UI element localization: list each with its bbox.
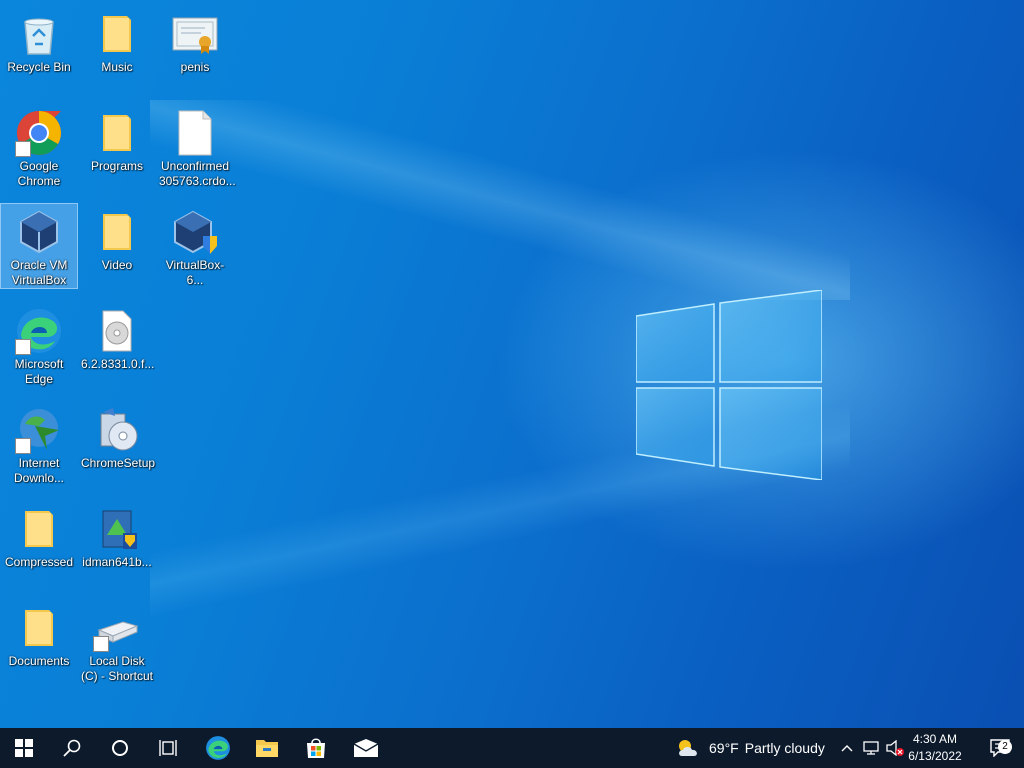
desktop[interactable]: Recycle Bin Google Chrome Oracle VM Virt… — [0, 0, 1024, 728]
shortcut-arrow-icon — [15, 141, 31, 157]
icon-label: Oracle VM VirtualBox — [10, 258, 68, 287]
recycle-bin-icon — [24, 18, 54, 55]
music-folder[interactable]: Music — [79, 6, 155, 75]
search-button[interactable] — [48, 728, 96, 768]
icon-label: 6.2.8331.0.f... — [81, 357, 155, 371]
cortana-icon — [112, 740, 128, 756]
icon-label: Local Disk (C) - Shortcut — [81, 654, 154, 683]
recycle-bin-icon-item[interactable]: Recycle Bin — [1, 6, 77, 75]
icon-label: Microsoft Edge — [14, 357, 64, 386]
clock[interactable]: 4:30 AM 6/13/2022 — [900, 731, 970, 765]
blank-file-icon — [178, 110, 212, 156]
certificate-icon — [172, 17, 218, 54]
icon-label: VirtualBox-6... — [165, 258, 225, 287]
icon-label: Unconfirmed 305763.crdo... — [159, 159, 236, 188]
folder-icon — [103, 16, 131, 52]
clock-date: 6/13/2022 — [908, 749, 962, 763]
unconfirmed-download-file[interactable]: Unconfirmed 305763.crdo... — [157, 105, 236, 189]
icon-label: Music — [101, 60, 133, 74]
google-chrome-shortcut[interactable]: Google Chrome — [1, 105, 77, 189]
idman-installer-file[interactable]: idman641b... — [79, 501, 155, 570]
cortana-button[interactable] — [96, 728, 144, 768]
notification-count-badge: 2 — [998, 740, 1012, 754]
windows-logo-wallpaper — [636, 290, 822, 480]
show-hidden-icons-button[interactable] — [836, 728, 858, 768]
start-button[interactable] — [0, 728, 48, 768]
chrome-setup-file[interactable]: ChromeSetup — [79, 402, 155, 471]
icon-label: Google Chrome — [17, 159, 61, 188]
edge-icon — [206, 736, 230, 760]
icon-label: idman641b... — [82, 555, 152, 569]
action-center-button[interactable]: 2 — [976, 728, 1024, 768]
shortcut-arrow-icon — [93, 636, 109, 652]
folder-icon — [103, 115, 131, 151]
virtualbox-installer-file[interactable]: VirtualBox-6... — [157, 204, 233, 288]
search-icon — [63, 739, 81, 757]
disc-image-file[interactable]: 6.2.8331.0.f... — [79, 303, 155, 372]
virtualbox-shortcut[interactable]: Oracle VM VirtualBox — [0, 203, 78, 289]
mail-icon — [353, 739, 379, 757]
internet-download-manager-shortcut[interactable]: Internet Downlo... — [1, 402, 77, 486]
network-button[interactable] — [860, 728, 882, 768]
chevron-up-icon — [841, 745, 853, 752]
microsoft-edge-shortcut[interactable]: Microsoft Edge — [1, 303, 77, 387]
task-view-button[interactable] — [144, 728, 192, 768]
taskbar-mail-button[interactable] — [342, 728, 390, 768]
icon-label: Documents — [8, 654, 70, 668]
icon-label: Internet Downlo... — [13, 456, 65, 485]
store-icon — [307, 738, 325, 758]
clock-time: 4:30 AM — [912, 732, 958, 746]
icon-label: Recycle Bin — [7, 60, 71, 74]
icon-label: penis — [180, 60, 210, 74]
programs-folder[interactable]: Programs — [79, 105, 155, 174]
shortcut-arrow-icon — [15, 438, 31, 454]
icon-label: Programs — [90, 159, 143, 173]
shortcut-arrow-icon — [15, 339, 31, 355]
folder-icon — [25, 610, 53, 646]
icon-label: Video — [101, 258, 133, 272]
taskbar-file-explorer-button[interactable] — [243, 728, 291, 768]
setup-installer-icon — [100, 408, 138, 451]
light-beam — [150, 100, 850, 300]
folder-icon — [25, 511, 53, 547]
installer-icon — [102, 510, 137, 549]
disc-image-icon — [102, 310, 132, 352]
weather-description: Partly cloudy — [744, 740, 825, 756]
weather-temperature: 69°F — [709, 740, 739, 756]
folder-icon — [103, 214, 131, 250]
file-explorer-icon — [256, 740, 278, 757]
network-icon — [863, 741, 879, 755]
taskbar-store-button[interactable] — [292, 728, 340, 768]
virtualbox-icon — [20, 210, 58, 254]
weather-widget[interactable]: 69°F Partly cloudy — [676, 728, 825, 768]
taskbar: 69°F Partly cloudy 4:30 AM 6/13/2022 2 — [0, 728, 1024, 768]
local-disk-shortcut[interactable]: Local Disk (C) - Shortcut — [79, 600, 155, 684]
taskbar-edge-button[interactable] — [194, 728, 242, 768]
certificate-file[interactable]: penis — [157, 6, 233, 75]
video-folder[interactable]: Video — [79, 204, 155, 273]
icon-label: ChromeSetup — [81, 456, 156, 470]
compressed-folder[interactable]: Compressed — [1, 501, 77, 570]
icon-label: Compressed — [4, 555, 74, 569]
documents-folder[interactable]: Documents — [1, 600, 77, 669]
task-view-icon — [159, 740, 177, 756]
start-icon — [15, 739, 33, 757]
virtualbox-installer-icon — [174, 210, 217, 254]
partly-cloudy-icon — [679, 740, 697, 756]
